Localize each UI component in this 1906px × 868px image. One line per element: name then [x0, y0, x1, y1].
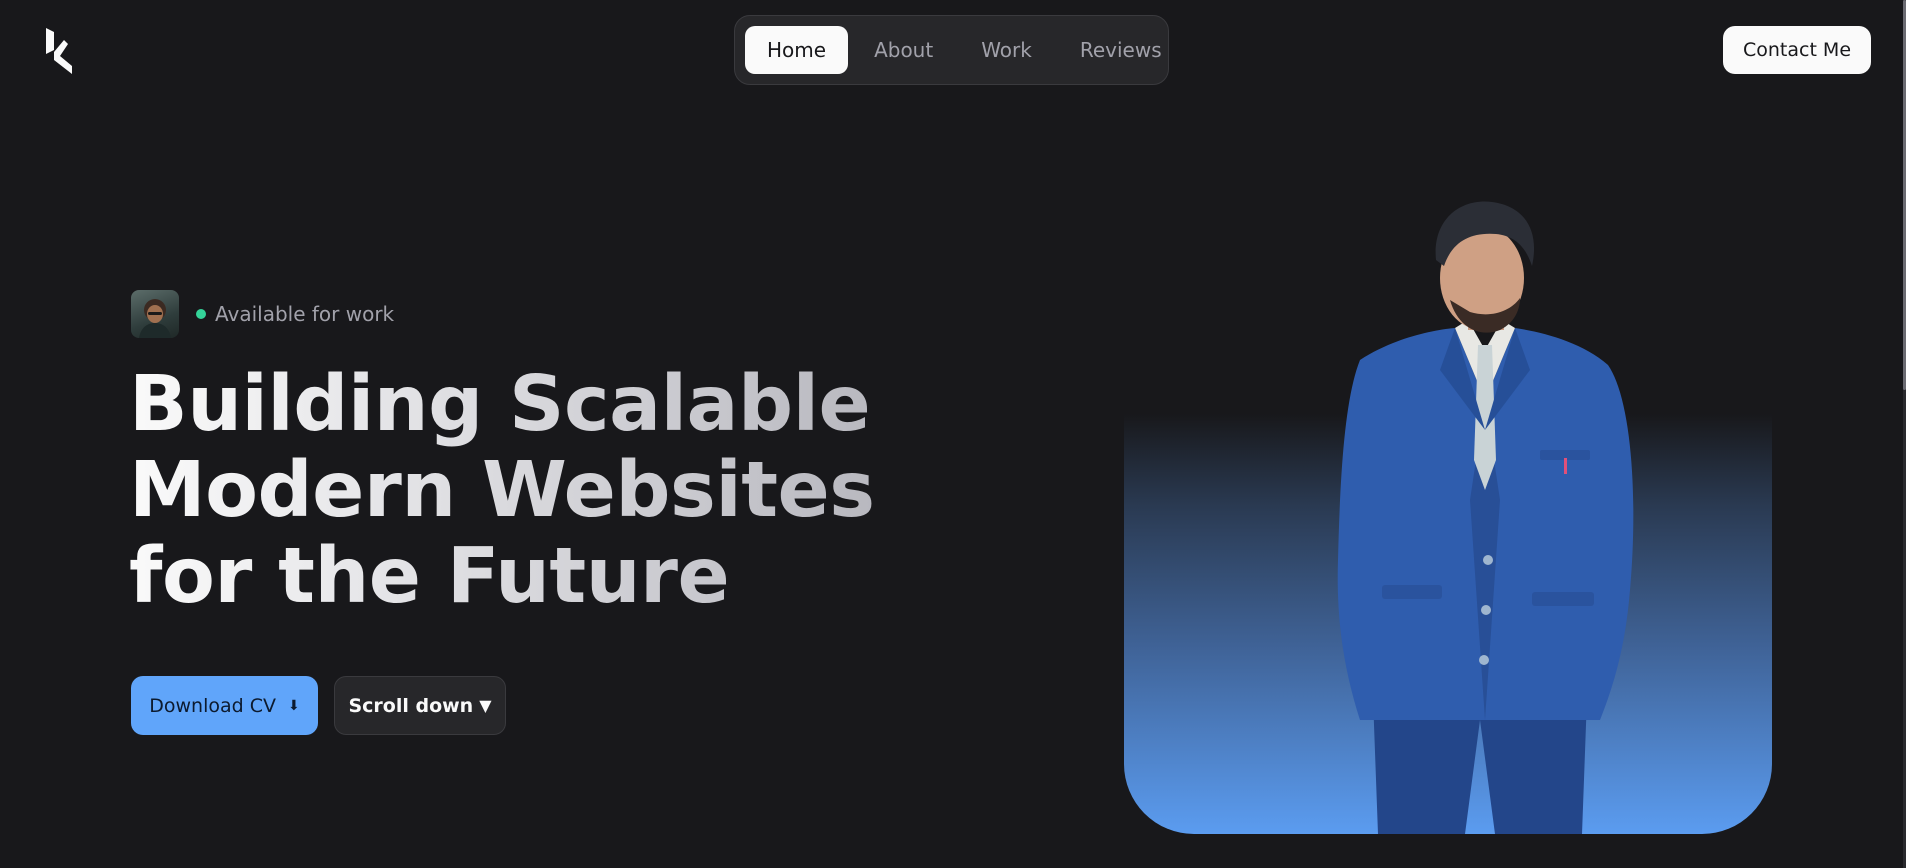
scroll-down-label: Scroll down: [348, 694, 474, 717]
nav-work[interactable]: Work: [959, 26, 1054, 74]
availability-badge: Available for work: [131, 290, 394, 338]
brand-logo-icon[interactable]: [44, 26, 74, 74]
nav-about[interactable]: About: [852, 26, 955, 74]
hero-actions: Download CV ⬇ Scroll down ▼: [131, 676, 506, 735]
headline-line-1: Building Scalable: [129, 360, 871, 449]
hero-headline: Building Scalable Modern Websites for th…: [129, 362, 875, 620]
avatar: [131, 290, 179, 338]
chevron-down-icon: ▼: [479, 696, 492, 715]
nav-reviews[interactable]: Reviews: [1058, 26, 1184, 74]
headline-line-3: for the Future: [129, 532, 730, 621]
main-nav: Home About Work Reviews: [734, 15, 1169, 85]
status-dot: [196, 309, 206, 319]
scroll-down-button[interactable]: Scroll down ▼: [334, 676, 506, 735]
availability-text: Available for work: [215, 302, 395, 326]
headline-line-2: Modern Websites: [129, 446, 875, 535]
download-cv-label: Download CV: [149, 694, 276, 717]
download-icon: ⬇: [288, 697, 300, 714]
contact-me-button[interactable]: Contact Me: [1723, 26, 1871, 74]
portrait-image: [1320, 200, 1650, 834]
download-cv-button[interactable]: Download CV ⬇: [131, 676, 318, 735]
nav-home[interactable]: Home: [745, 26, 849, 74]
